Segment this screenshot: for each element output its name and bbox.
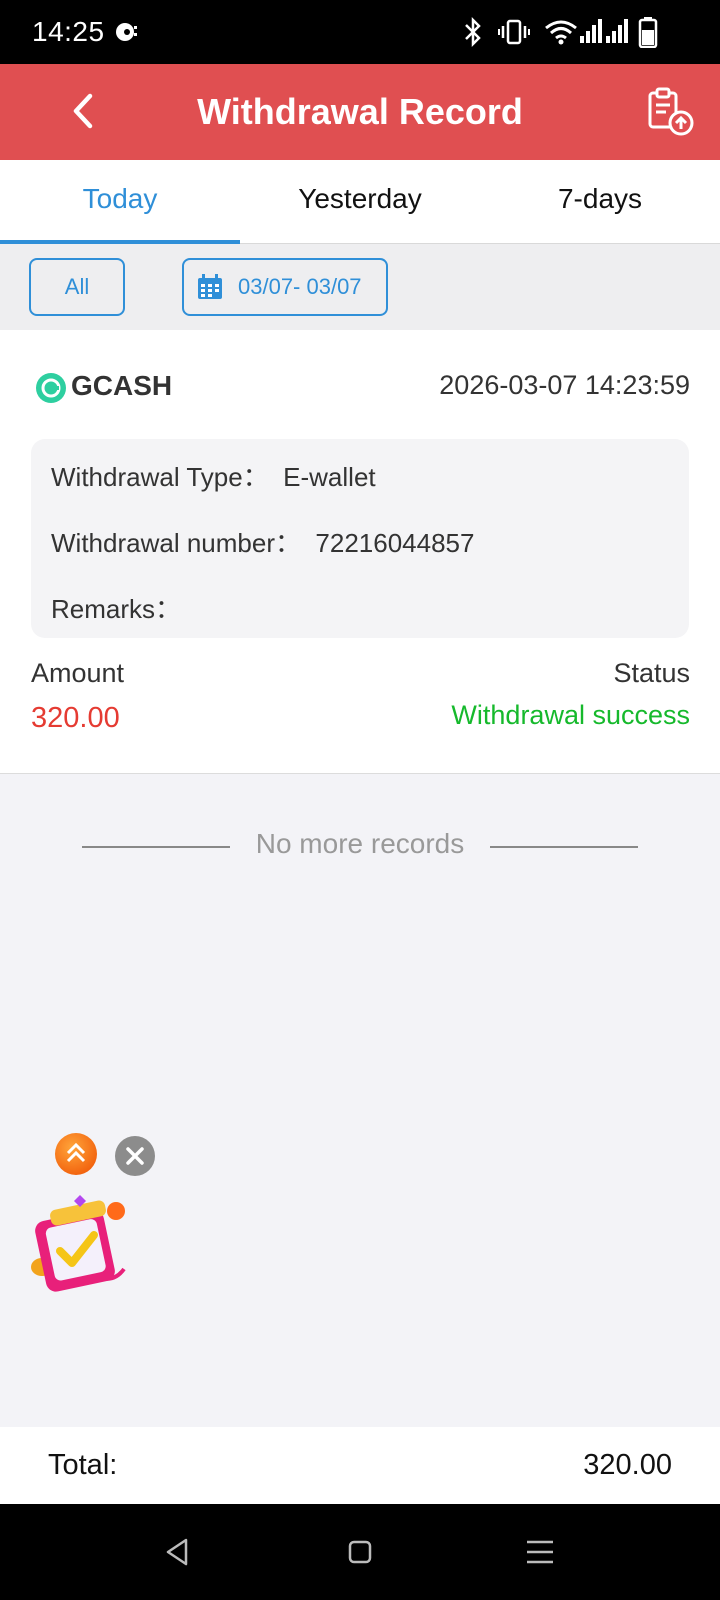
check-in-reward-icon[interactable] (28, 1195, 132, 1295)
withdrawal-type: Withdrawal Type： E-wallet (51, 462, 376, 492)
filter-all-button[interactable]: All (29, 258, 125, 316)
nav-home-icon[interactable] (342, 1534, 378, 1570)
nav-menu-icon[interactable] (522, 1534, 558, 1570)
total-label: Total: (48, 1449, 118, 1481)
withdrawal-number: Withdrawal number： 72216044857 (51, 528, 475, 558)
gcash-logo-icon (36, 373, 66, 403)
bluetooth-icon (465, 16, 481, 48)
no-more-records-text: No more records (255, 828, 465, 859)
vibrate-icon (498, 19, 530, 45)
divider-right (490, 846, 638, 848)
status-label: Status (613, 658, 690, 688)
double-chevron-up-icon (66, 1142, 86, 1163)
notification-icon (116, 23, 137, 41)
signal-icon-1 (580, 19, 602, 43)
system-nav-bar (0, 1504, 720, 1600)
status-value: Withdrawal success (451, 700, 690, 730)
tab-yesterday[interactable]: Yesterday (240, 160, 480, 244)
signal-icon-2 (606, 19, 628, 43)
amount-value: 320.00 (31, 702, 120, 734)
app-header: Withdrawal Record (0, 64, 720, 160)
remarks: Remarks： (51, 594, 182, 624)
date-range-button[interactable]: 03/07- 03/07 (182, 258, 388, 316)
filter-bar: All 03/07- 03/07 (0, 244, 720, 330)
status-time: 14:25 (32, 16, 105, 47)
date-range-label: 03/07- 03/07 (238, 274, 362, 299)
total-bar: Total: 320.00 (0, 1427, 720, 1504)
provider-name: GCASH (71, 370, 173, 401)
close-promo-button[interactable] (115, 1136, 155, 1176)
nav-back-icon[interactable] (160, 1534, 196, 1570)
battery-icon (638, 17, 658, 48)
calendar-icon (198, 274, 222, 299)
withdrawal-record-card[interactable]: GCASH 2026-03-07 14:23:59 Withdrawal Typ… (0, 330, 720, 774)
tab-7-days[interactable]: 7-days (480, 160, 720, 244)
tab-today[interactable]: Today (0, 160, 240, 244)
close-icon (126, 1147, 144, 1165)
status-bar: 14:25 (0, 0, 720, 64)
total-value: 320.00 (583, 1449, 672, 1481)
page-title: Withdrawal Record (197, 91, 523, 132)
export-record-icon[interactable] (644, 86, 696, 138)
wifi-icon (545, 20, 577, 45)
amount-label: Amount (31, 658, 125, 688)
list-end-indicator: No more records (0, 826, 720, 866)
scroll-up-button[interactable] (55, 1133, 97, 1175)
record-details: Withdrawal Type： E-wallet Withdrawal num… (31, 439, 689, 638)
date-tabs: Today Yesterday 7-days (0, 160, 720, 244)
record-datetime: 2026-03-07 14:23:59 (439, 370, 690, 400)
